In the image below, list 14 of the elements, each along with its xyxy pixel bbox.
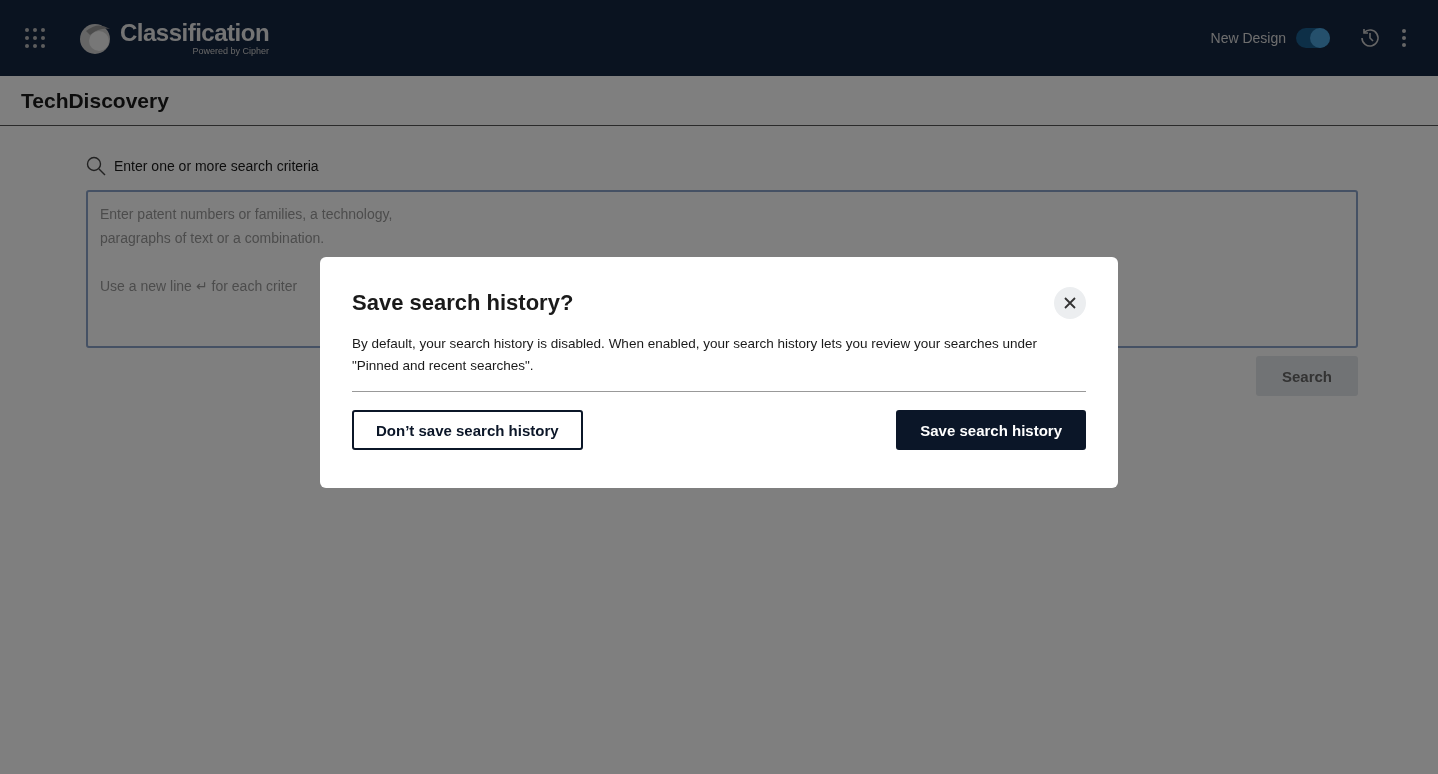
dialog-title: Save search history? bbox=[352, 290, 574, 316]
apps-grid-icon[interactable] bbox=[24, 27, 46, 49]
dialog-message: By default, your search history is disabled. When enabled, your search history lets you review your searches under "Pinned and recent searches". bbox=[352, 335, 1039, 375]
close-icon[interactable] bbox=[1054, 287, 1086, 319]
secondary-button[interactable]: Don’t save search history bbox=[352, 410, 583, 450]
search-icon bbox=[86, 156, 106, 176]
page-title: TechDiscovery bbox=[21, 88, 169, 113]
app-name: Classification bbox=[120, 20, 270, 46]
design-toggle[interactable] bbox=[1296, 28, 1330, 48]
search-label: Enter one or more search criteria bbox=[114, 158, 319, 174]
history-icon[interactable] bbox=[1358, 26, 1382, 50]
toggle-label: New Design bbox=[1210, 30, 1286, 46]
primary-button[interactable]: Save search history bbox=[896, 410, 1086, 450]
tagline: Powered by Cipher bbox=[192, 46, 270, 56]
